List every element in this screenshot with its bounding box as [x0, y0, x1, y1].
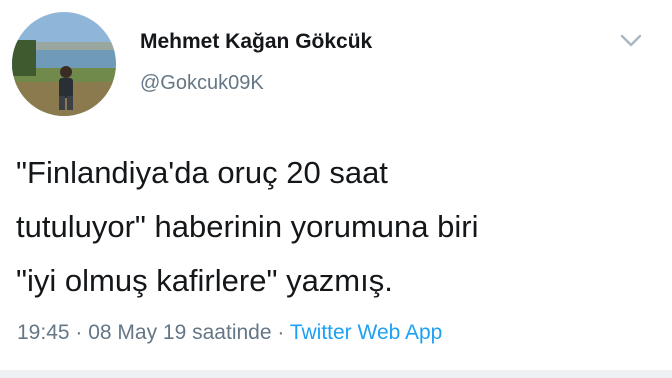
- meta-separator: ·: [69, 321, 89, 344]
- avatar[interactable]: [12, 12, 116, 116]
- tweet-text: "Finlandiya'da oruç 20 saat tutuluyor" h…: [16, 155, 479, 298]
- tweet-header: Mehmet Kağan Gökcük @Gokcuk09K: [12, 12, 372, 116]
- tweet-time[interactable]: 19:45: [17, 321, 70, 344]
- tweet-card: Mehmet Kağan Gökcük @Gokcuk09K "Finlandi…: [0, 0, 672, 378]
- meta-separator: ·: [271, 321, 290, 344]
- author-info: Mehmet Kağan Gökcük @Gokcuk09K: [140, 28, 372, 96]
- author-handle[interactable]: @Gokcuk09K: [140, 70, 372, 96]
- tweet-source-link[interactable]: Twitter Web App: [290, 321, 443, 344]
- divider: [0, 370, 672, 378]
- avatar-photo: [12, 12, 116, 116]
- tweet-date[interactable]: 08 May 19 saatinde: [88, 321, 271, 344]
- tweet-meta: 19:45 · 08 May 19 saatinde · Twitter Web…: [17, 318, 442, 348]
- author-name[interactable]: Mehmet Kağan Gökcük: [140, 28, 372, 56]
- chevron-down-icon[interactable]: [620, 34, 642, 48]
